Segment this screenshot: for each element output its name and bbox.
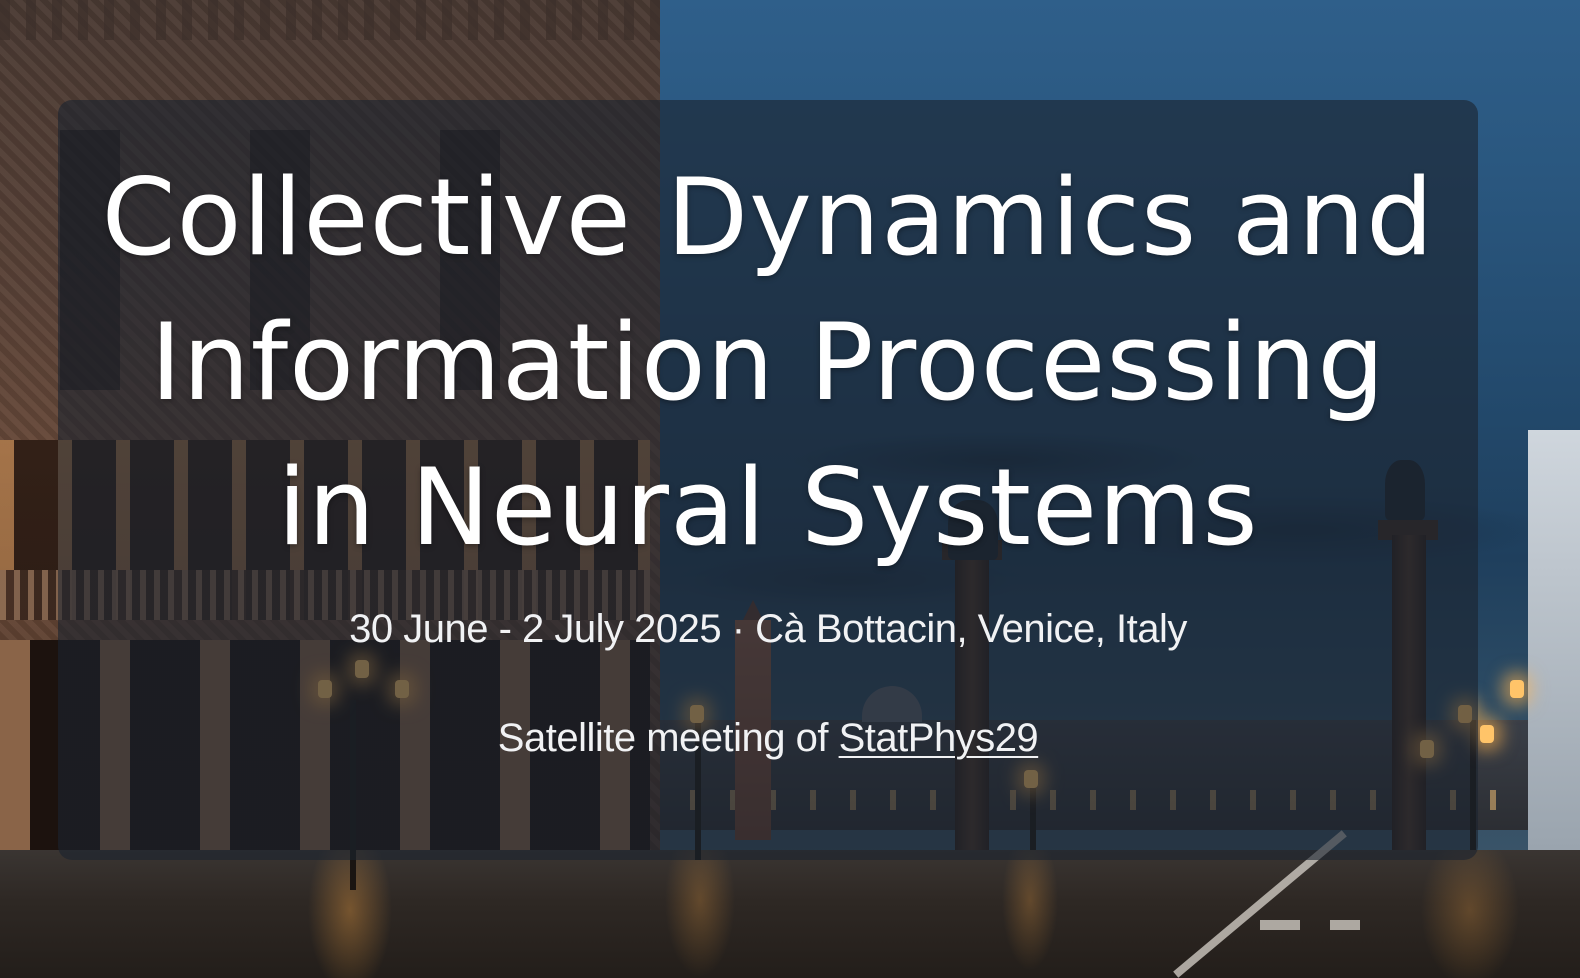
street-lamp [1510, 680, 1524, 698]
event-title-line-3: in Neural Systems [277, 446, 1259, 569]
satellite-prefix: Satellite meeting of [497, 716, 839, 760]
pavement-stripe [1260, 920, 1300, 930]
event-dates: 30 June - 2 July 2025 [349, 607, 722, 651]
event-location: Cà Bottacin, Venice, Italy [755, 607, 1187, 651]
date-location-separator: · [721, 607, 756, 651]
street-lamp [1480, 725, 1494, 743]
event-date-location: 30 June - 2 July 2025 · Cà Bottacin, Ven… [58, 604, 1478, 654]
pavement-stripe [1330, 920, 1360, 930]
event-title: Collective Dynamics and Information Proc… [58, 145, 1478, 580]
pavement-reflections [0, 850, 1580, 978]
event-title-line-2: Information Processing [150, 301, 1386, 424]
palace-crenellations [0, 0, 660, 40]
statphys29-link[interactable]: StatPhys29 [839, 716, 1039, 760]
event-title-line-1: Collective Dynamics and [101, 156, 1435, 279]
satellite-meeting-line: Satellite meeting of StatPhys29 [58, 713, 1478, 763]
right-building [1528, 430, 1580, 850]
